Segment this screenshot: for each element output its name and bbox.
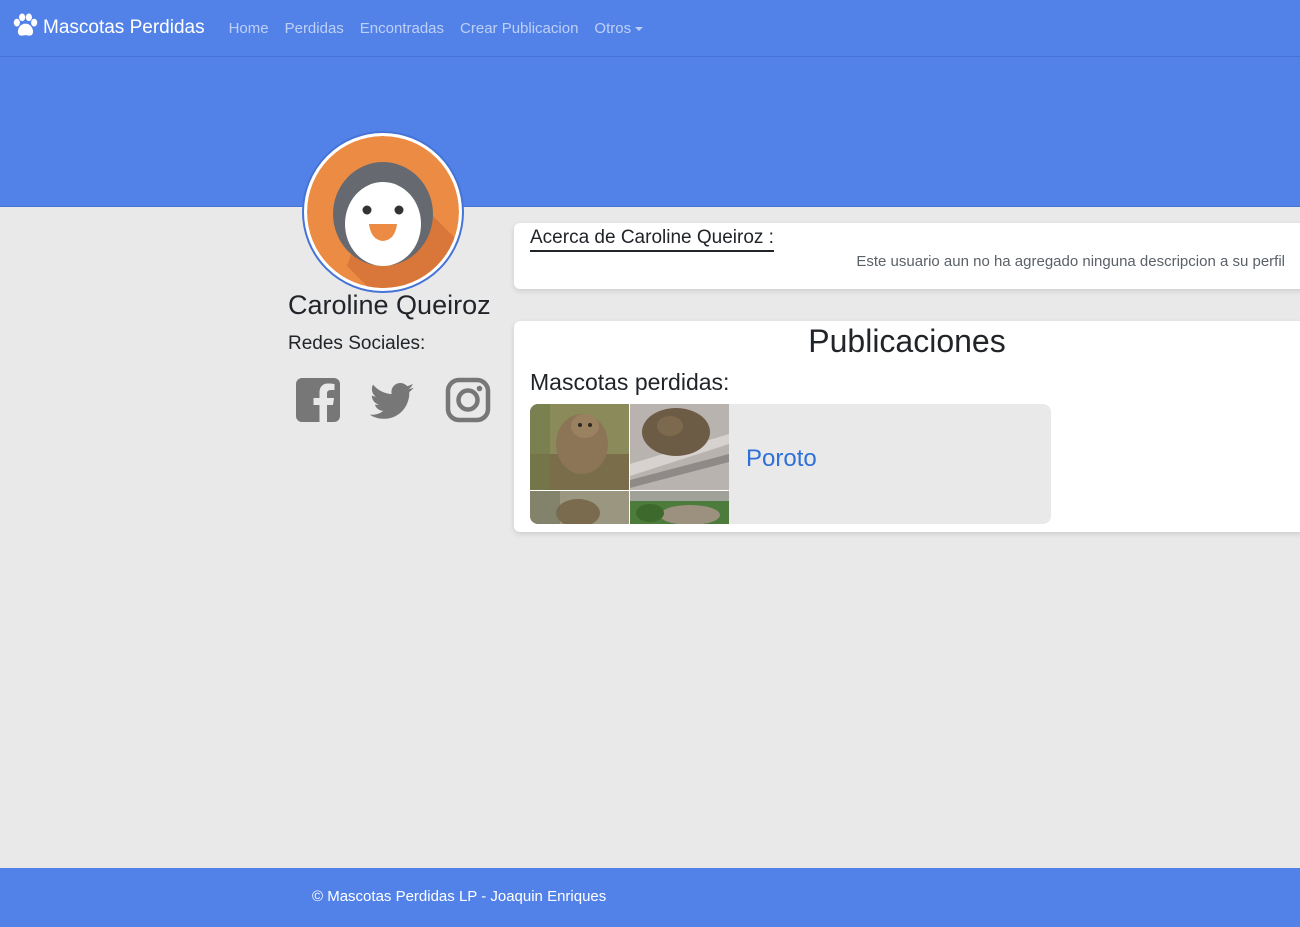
nav-otros-dropdown[interactable]: Otros [594,19,644,37]
publications-title: Publicaciones [808,323,1006,359]
avatar [302,131,464,293]
cat-photo-2 [630,404,729,490]
nav-encontradas[interactable]: Encontradas [360,20,444,37]
caret-down-icon [635,27,644,31]
pet-name-link[interactable]: Poroto [746,445,817,475]
facebook-icon[interactable] [294,376,342,424]
twitter-icon[interactable] [368,376,416,424]
nav-home[interactable]: Home [229,20,269,37]
social-networks-label: Redes Sociales: [288,333,426,354]
pet-card[interactable]: Poroto [530,404,1051,524]
instagram-icon[interactable] [444,376,492,424]
about-description: Este usuario aun no ha agregado ninguna … [856,253,1285,270]
publications-card: Publicaciones Mascotas perdidas: Poroto [514,321,1300,532]
about-title: Acerca de Caroline Queiroz : [530,226,774,252]
cat-photo-3 [530,491,629,524]
cat-photo-4 [630,491,729,524]
dropdown-label: Otros [594,19,632,37]
nav-perdidas[interactable]: Perdidas [285,20,344,37]
about-card: Acerca de Caroline Queiroz : Este usuari… [514,223,1300,289]
cat-photo-1 [530,404,629,490]
navbar: Mascotas Perdidas Home Perdidas Encontra… [0,0,1300,57]
paw-icon [12,12,43,44]
brand-label: Mascotas Perdidas [43,17,205,38]
nav-crear-publicacion[interactable]: Crear Publicacion [460,20,578,37]
profile-banner [0,57,1300,207]
profile-name: Caroline Queiroz [288,290,491,320]
pet-photo-grid [530,404,729,524]
brand-link[interactable]: Mascotas Perdidas [12,12,205,44]
lost-pets-label: Mascotas perdidas: [530,369,730,395]
footer-text: © Mascotas Perdidas LP - Joaquin Enrique… [312,888,607,905]
penguin-avatar-icon [307,136,459,288]
footer: © Mascotas Perdidas LP - Joaquin Enrique… [0,868,1300,927]
